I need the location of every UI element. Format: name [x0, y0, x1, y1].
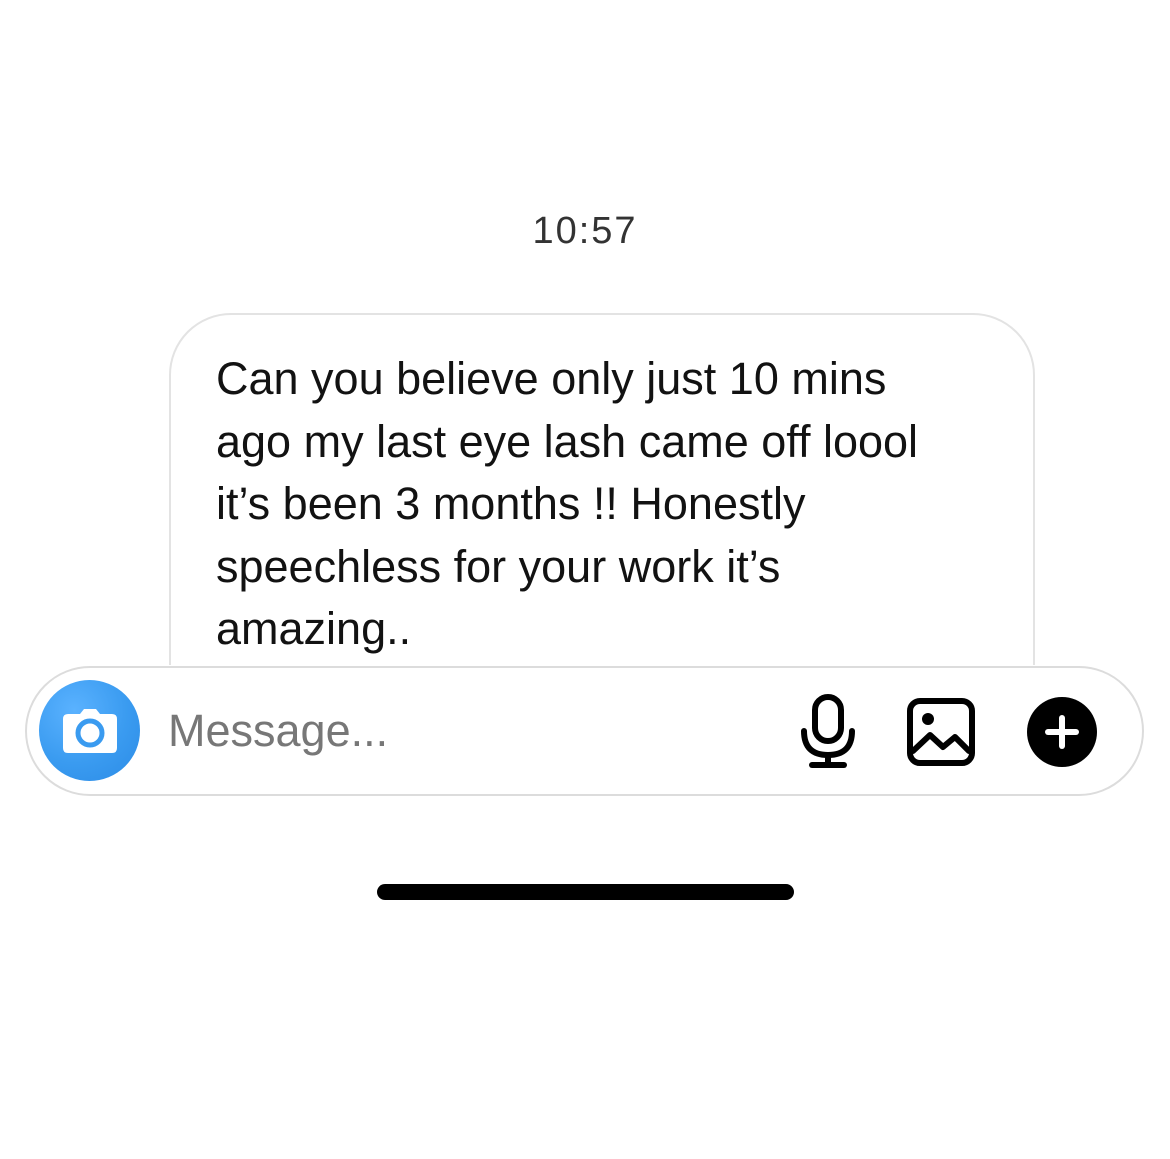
home-indicator[interactable] [377, 884, 794, 900]
camera-button[interactable] [39, 680, 140, 781]
plus-button[interactable] [1027, 697, 1097, 767]
message-timestamp: 10:57 [532, 210, 638, 244]
plus-icon [1045, 715, 1079, 749]
camera-icon [62, 708, 117, 753]
message-input[interactable] [168, 700, 768, 762]
microphone-icon [801, 694, 855, 768]
microphone-button[interactable] [796, 693, 860, 769]
message-text: Can you believe only just 10 mins ago my… [216, 353, 919, 654]
timestamp-container: 10:57 [0, 208, 1170, 244]
gallery-button[interactable] [906, 697, 976, 767]
gallery-icon [907, 698, 975, 766]
